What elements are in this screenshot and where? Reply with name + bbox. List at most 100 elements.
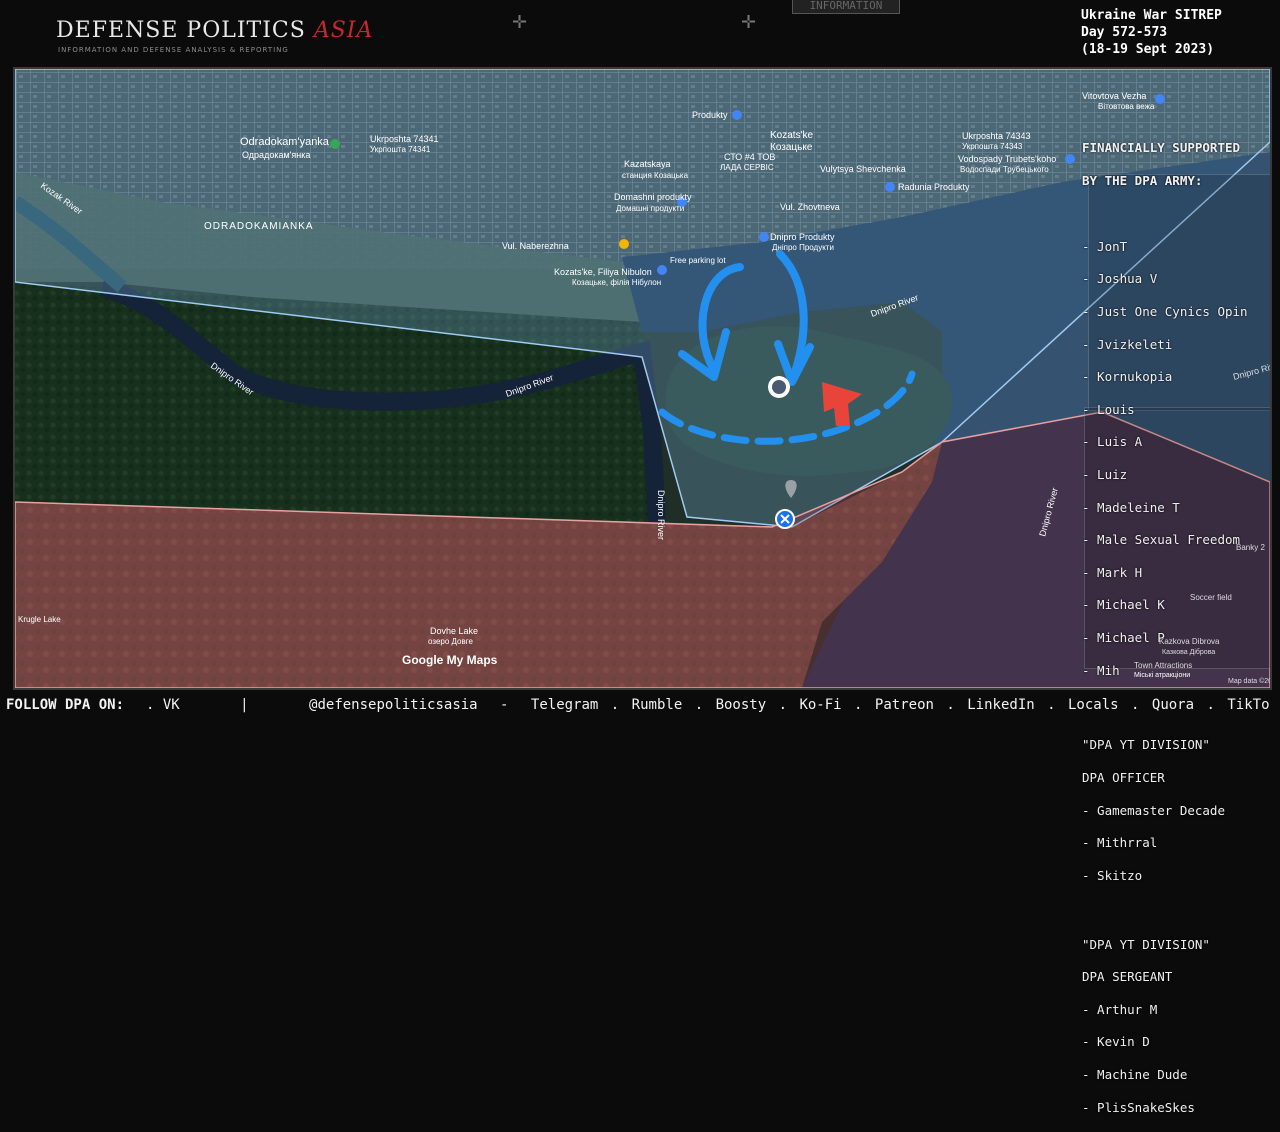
map-label: Domashni produkty — [614, 192, 692, 202]
map-label: Домашні продукти — [616, 204, 684, 213]
logo-main-text: DEFENSE POLITICS — [56, 18, 306, 43]
separator: . — [694, 697, 704, 713]
link-tiktok[interactable]: TikTo — [1227, 697, 1269, 713]
supporter-item: - Michael P — [1082, 629, 1165, 645]
officer-title: DPA OFFICER — [1082, 769, 1165, 785]
map-label: Dnipro River — [656, 490, 666, 540]
link-telegram[interactable]: Telegram — [531, 697, 598, 713]
link-quora[interactable]: Quora — [1152, 697, 1194, 713]
sitrep-line: Day 572-573 — [1081, 25, 1168, 40]
map-label: Dnipro Produkty — [770, 232, 835, 242]
top-info-tag: INFORMATION — [792, 0, 900, 14]
map-label: ЛАДА СЕРВІС — [720, 163, 774, 172]
map-label: озеро Довге — [428, 637, 473, 646]
map-label: Ukrposhta 74341 — [370, 134, 439, 144]
poi-pin-icon[interactable] — [657, 265, 667, 275]
supporter-item: - Male Sexual Freedom — [1082, 532, 1241, 548]
supporter-item: - Luis A — [1082, 434, 1143, 450]
supporter-item: - Jvizkeleti — [1082, 336, 1173, 352]
map-label: Free parking lot — [670, 256, 726, 265]
map-label: Dovhe Lake — [430, 626, 478, 636]
separator: . — [610, 697, 620, 713]
sitrep-line: Ukraine War SITREP — [1081, 8, 1222, 23]
supporter-item: - Louis — [1082, 401, 1135, 417]
social-footer: FOLLOW DPA ON: . VK | @defensepoliticsas… — [0, 690, 1280, 720]
map-label: Дніпро Продукти — [772, 243, 834, 252]
poi-pin-icon[interactable] — [885, 182, 895, 192]
sergeant-item: - Arthur M — [1082, 1001, 1158, 1017]
supporter-item: - Kornukopia — [1082, 369, 1173, 385]
footer-links: . VK | @defensepoliticsasia - Telegram .… — [146, 697, 1270, 713]
separator: - — [500, 697, 509, 713]
sergeant-title: "DPA YT DIVISION" — [1082, 936, 1210, 952]
supporter-item: - Mih — [1082, 662, 1120, 678]
poi-pin-icon[interactable] — [1065, 154, 1075, 164]
logo-accent-text: ASIA — [313, 18, 374, 43]
sergeant-item: - Machine Dude — [1082, 1067, 1188, 1083]
officer-item: - Skitzo — [1082, 867, 1143, 883]
map-label: Водоспади Трубецького — [960, 165, 1049, 174]
separator: . — [778, 697, 788, 713]
link-patreon[interactable]: Patreon — [875, 697, 934, 713]
supporters-title: BY THE DPA ARMY: — [1082, 172, 1203, 188]
sponsor-sidebar: FINANCIALLY SUPPORTED BY THE DPA ARMY: -… — [1082, 124, 1248, 1132]
officer-title: "DPA YT DIVISION" — [1082, 737, 1210, 753]
map-label: Vul. Zhovtneva — [780, 202, 840, 212]
link-kofi[interactable]: Ko-Fi — [799, 697, 841, 713]
sergeant-item: - Kevin D — [1082, 1034, 1150, 1050]
separator: . — [946, 697, 955, 713]
supporter-item: - Michael K — [1082, 597, 1165, 613]
poi-pin-icon[interactable] — [759, 232, 769, 242]
map-label: Козацьке, філія Нібулон — [572, 278, 661, 287]
map-label: Odradokam'yanka — [240, 136, 330, 148]
footer-label: FOLLOW DPA ON: — [6, 697, 125, 713]
map-label: Ukrposhta 74343 — [962, 131, 1031, 141]
separator: . — [1206, 697, 1215, 713]
channel-logo: DEFENSE POLITICS ASIA — [56, 18, 373, 43]
map-label: Vulytsya Shevchenka — [820, 164, 906, 174]
poi-pin-icon[interactable] — [330, 139, 340, 149]
logo-subtitle: INFORMATION AND DEFENSE ANALYSIS & REPOR… — [58, 46, 289, 54]
map-label: Vodospady Trubets'koho — [958, 154, 1056, 164]
separator: . — [854, 697, 863, 713]
supporter-item: - Madeleine T — [1082, 499, 1180, 515]
crosshair-icon: ✛ — [741, 12, 757, 33]
link-handle[interactable]: @defensepoliticsasia — [309, 697, 478, 713]
separator: . — [1131, 697, 1140, 713]
supporter-item: - Mark H — [1082, 564, 1143, 580]
map-label: Radunia Produkty — [898, 182, 970, 192]
link-boosty[interactable]: Boosty — [716, 697, 767, 713]
map-label: Vitovtova Vezha — [1082, 91, 1146, 101]
supporter-item: - Just One Cynics Opin — [1082, 303, 1248, 319]
map-label: Krugle Lake — [18, 615, 61, 624]
link-vk[interactable]: . VK — [146, 697, 180, 713]
map-label: Вітовтова вежа — [1098, 102, 1155, 111]
map-label: Kozats'ke, Filiya Nibulon — [554, 267, 652, 277]
poi-pin-icon[interactable] — [1155, 94, 1165, 104]
sergeant-title: DPA SERGEANT — [1082, 969, 1173, 985]
supporter-item: - JonT — [1082, 238, 1128, 254]
map-label: Укрпошта 74343 — [962, 142, 1023, 151]
map-label: Одрадокам'янка — [242, 150, 310, 160]
map-label: станция Козацька — [622, 171, 689, 180]
supporters-title: FINANCIALLY SUPPORTED — [1082, 140, 1241, 156]
link-locals[interactable]: Locals — [1068, 697, 1119, 713]
link-rumble[interactable]: Rumble — [632, 697, 683, 713]
sitrep-title: Ukraine War SITREP Day 572-573 (18-19 Se… — [1081, 7, 1222, 58]
sitrep-line: (18-19 Sept 2023) — [1081, 42, 1215, 57]
map-label: Produkty — [692, 110, 728, 120]
supporter-item: - Luiz — [1082, 466, 1128, 482]
link-linkedin[interactable]: LinkedIn — [967, 697, 1034, 713]
poi-pin-icon[interactable] — [732, 110, 742, 120]
crosshair-icon: ✛ — [512, 12, 528, 33]
separator: . — [1047, 697, 1056, 713]
map-label: ODRADOKAMIANKA — [204, 221, 314, 232]
map-label: Kozats'ke — [770, 130, 813, 141]
map-label: Vul. Naberezhna — [502, 241, 569, 251]
supporter-item: - Joshua V — [1082, 271, 1158, 287]
poi-pin-icon[interactable] — [619, 239, 629, 249]
separator: | — [240, 697, 249, 713]
sergeant-item: - PlisSnakeSkes — [1082, 1099, 1195, 1115]
map-label: Kazatskaya — [624, 159, 671, 169]
map-label: Козацьке — [770, 142, 813, 153]
